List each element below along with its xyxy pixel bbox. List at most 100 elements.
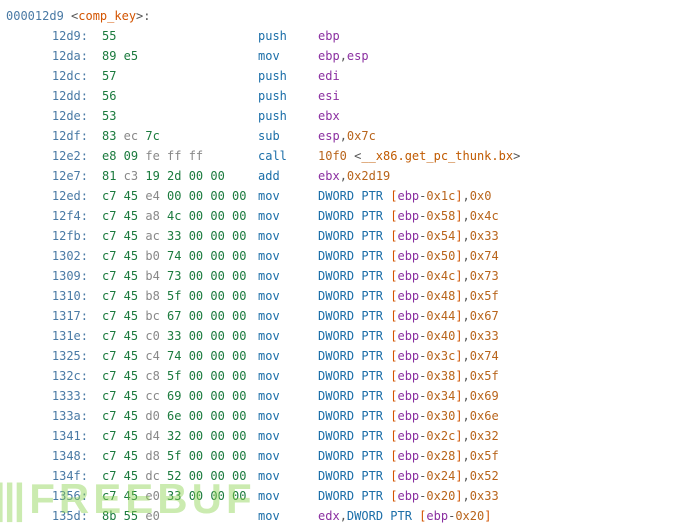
mnemonic: mov — [258, 386, 318, 406]
mnemonic: mov — [258, 486, 318, 506]
bytes: c7 45 c4 74 00 00 00 — [96, 346, 258, 366]
mnemonic: sub — [258, 126, 318, 146]
mnemonic: mov — [258, 286, 318, 306]
operands: edi — [318, 66, 690, 86]
address: 1348: — [0, 446, 96, 466]
address: 12de: — [0, 106, 96, 126]
operands: DWORD PTR [ebp-0x44],0x67 — [318, 306, 690, 326]
address: 12d9: — [0, 26, 96, 46]
mnemonic: mov — [258, 366, 318, 386]
bytes: c7 45 a8 4c 00 00 00 — [96, 206, 258, 226]
address: 12dc: — [0, 66, 96, 86]
address: 1317: — [0, 306, 96, 326]
disassembly-listing: 000012d9 <comp_key>:12d9:55pushebp12da:8… — [0, 0, 690, 526]
disasm-row: 12e7:81 c3 19 2d 00 00addebx,0x2d19 — [0, 166, 690, 186]
operands: DWORD PTR [ebp-0x4c],0x73 — [318, 266, 690, 286]
disasm-row: 12d9:55pushebp — [0, 26, 690, 46]
disasm-row: 135d:8b 55 e0movedx,DWORD PTR [ebp-0x20] — [0, 506, 690, 526]
mnemonic: mov — [258, 446, 318, 466]
bytes: c7 45 c8 5f 00 00 00 — [96, 366, 258, 386]
mnemonic: mov — [258, 186, 318, 206]
bytes: c7 45 d4 32 00 00 00 — [96, 426, 258, 446]
bytes: 57 — [96, 66, 258, 86]
disasm-row: 131e:c7 45 c0 33 00 00 00movDWORD PTR [e… — [0, 326, 690, 346]
operands: DWORD PTR [ebp-0x20],0x33 — [318, 486, 690, 506]
disasm-row: 132c:c7 45 c8 5f 00 00 00movDWORD PTR [e… — [0, 366, 690, 386]
disasm-row: 12ed:c7 45 e4 00 00 00 00movDWORD PTR [e… — [0, 186, 690, 206]
bytes: c7 45 d0 6e 00 00 00 — [96, 406, 258, 426]
disasm-function-header: 000012d9 <comp_key>: — [0, 6, 690, 26]
bytes: c7 45 e4 00 00 00 00 — [96, 186, 258, 206]
operands: DWORD PTR [ebp-0x38],0x5f — [318, 366, 690, 386]
mnemonic: push — [258, 106, 318, 126]
disasm-row: 1302:c7 45 b0 74 00 00 00movDWORD PTR [e… — [0, 246, 690, 266]
bytes: 56 — [96, 86, 258, 106]
address: 12fb: — [0, 226, 96, 246]
bytes: c7 45 b4 73 00 00 00 — [96, 266, 258, 286]
address: 12e7: — [0, 166, 96, 186]
bytes: 81 c3 19 2d 00 00 — [96, 166, 258, 186]
operands: DWORD PTR [ebp-0x1c],0x0 — [318, 186, 690, 206]
mnemonic: mov — [258, 246, 318, 266]
bytes: 89 e5 — [96, 46, 258, 66]
mnemonic: add — [258, 166, 318, 186]
address: 1310: — [0, 286, 96, 306]
disasm-row: 12da:89 e5movebp,esp — [0, 46, 690, 66]
operands: 10f0 <__x86.get_pc_thunk.bx> — [318, 146, 690, 166]
bytes: c7 45 e0 33 00 00 00 — [96, 486, 258, 506]
bytes: c7 45 d8 5f 00 00 00 — [96, 446, 258, 466]
operands: DWORD PTR [ebp-0x34],0x69 — [318, 386, 690, 406]
mnemonic: push — [258, 86, 318, 106]
bytes: c7 45 c0 33 00 00 00 — [96, 326, 258, 346]
address: 131e: — [0, 326, 96, 346]
operands: DWORD PTR [ebp-0x40],0x33 — [318, 326, 690, 346]
operands: DWORD PTR [ebp-0x28],0x5f — [318, 446, 690, 466]
mnemonic: mov — [258, 206, 318, 226]
operands: ebx — [318, 106, 690, 126]
address: 132c: — [0, 366, 96, 386]
disasm-row: 12de:53pushebx — [0, 106, 690, 126]
operands: ebx,0x2d19 — [318, 166, 690, 186]
address: 12ed: — [0, 186, 96, 206]
bytes: 8b 55 e0 — [96, 506, 258, 526]
mnemonic: call — [258, 146, 318, 166]
disasm-row: 1325:c7 45 c4 74 00 00 00movDWORD PTR [e… — [0, 346, 690, 366]
address: 12e2: — [0, 146, 96, 166]
bytes: c7 45 b8 5f 00 00 00 — [96, 286, 258, 306]
bytes: c7 45 cc 69 00 00 00 — [96, 386, 258, 406]
address: 135d: — [0, 506, 96, 526]
operands: DWORD PTR [ebp-0x3c],0x74 — [318, 346, 690, 366]
address: 133a: — [0, 406, 96, 426]
address: 1341: — [0, 426, 96, 446]
operands: DWORD PTR [ebp-0x24],0x52 — [318, 466, 690, 486]
operands: DWORD PTR [ebp-0x54],0x33 — [318, 226, 690, 246]
address: 1356: — [0, 486, 96, 506]
disasm-row: 12e2:e8 09 fe ff ffcall10f0 <__x86.get_p… — [0, 146, 690, 166]
mnemonic: mov — [258, 46, 318, 66]
operands: edx,DWORD PTR [ebp-0x20] — [318, 506, 690, 526]
disasm-row: 12dd:56pushesi — [0, 86, 690, 106]
address: 12da: — [0, 46, 96, 66]
mnemonic: mov — [258, 346, 318, 366]
mnemonic: mov — [258, 326, 318, 346]
disasm-row: 1317:c7 45 bc 67 00 00 00movDWORD PTR [e… — [0, 306, 690, 326]
operands: DWORD PTR [ebp-0x58],0x4c — [318, 206, 690, 226]
mnemonic: mov — [258, 226, 318, 246]
address: 12f4: — [0, 206, 96, 226]
mnemonic: mov — [258, 506, 318, 526]
mnemonic: mov — [258, 266, 318, 286]
disasm-row: 1341:c7 45 d4 32 00 00 00movDWORD PTR [e… — [0, 426, 690, 446]
bytes: c7 45 b0 74 00 00 00 — [96, 246, 258, 266]
bytes: 83 ec 7c — [96, 126, 258, 146]
operands: esp,0x7c — [318, 126, 690, 146]
disasm-row: 1356:c7 45 e0 33 00 00 00movDWORD PTR [e… — [0, 486, 690, 506]
mnemonic: mov — [258, 406, 318, 426]
address: 12df: — [0, 126, 96, 146]
operands: DWORD PTR [ebp-0x50],0x74 — [318, 246, 690, 266]
mnemonic: push — [258, 66, 318, 86]
disasm-row: 133a:c7 45 d0 6e 00 00 00movDWORD PTR [e… — [0, 406, 690, 426]
operands: DWORD PTR [ebp-0x48],0x5f — [318, 286, 690, 306]
operands: ebp,esp — [318, 46, 690, 66]
address: 1325: — [0, 346, 96, 366]
operands: DWORD PTR [ebp-0x2c],0x32 — [318, 426, 690, 446]
